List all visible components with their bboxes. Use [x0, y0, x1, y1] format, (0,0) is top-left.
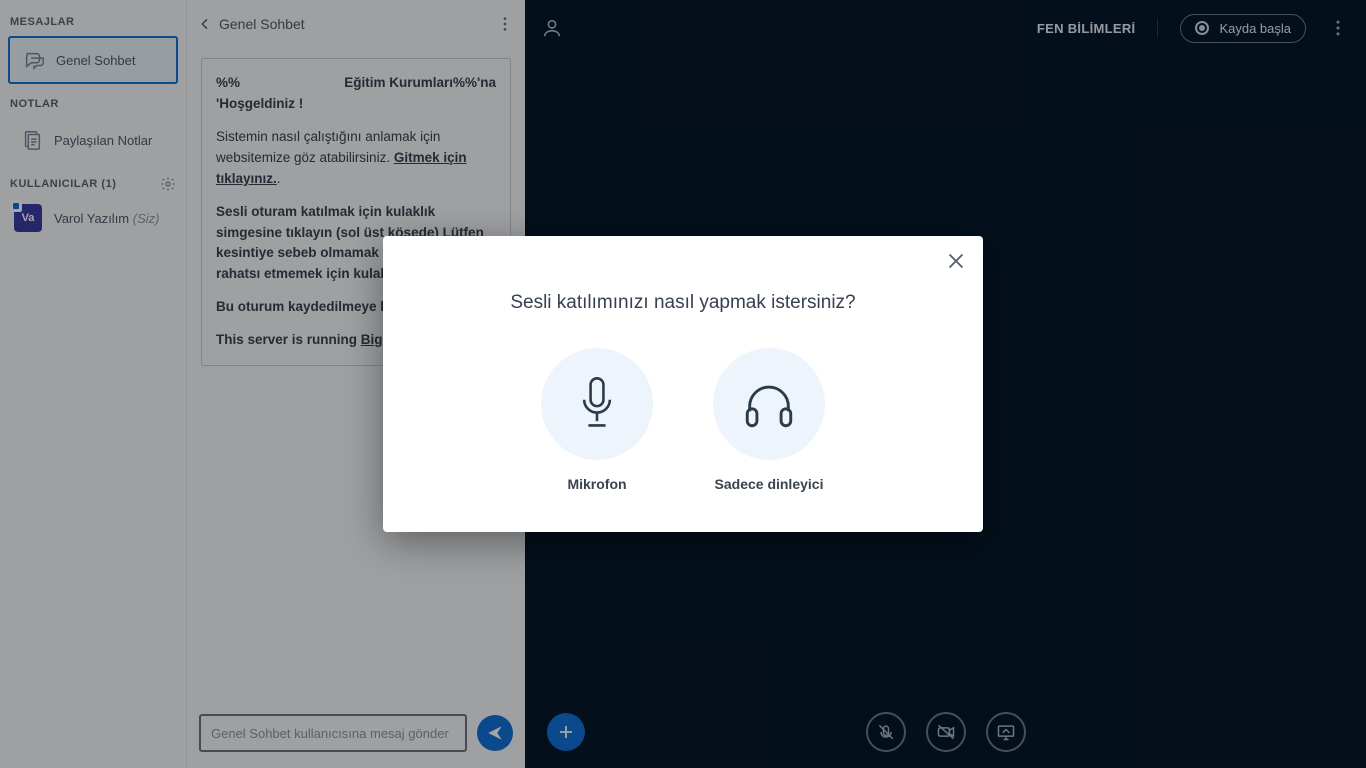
- modal-title: Sesli katılımınızı nasıl yapmak istersin…: [417, 292, 949, 314]
- join-microphone-option[interactable]: Mikrofon: [541, 348, 653, 492]
- headphones-icon: [713, 348, 825, 460]
- modal-scrim[interactable]: Sesli katılımınızı nasıl yapmak istersin…: [0, 0, 1366, 768]
- microphone-label: Mikrofon: [567, 476, 626, 492]
- microphone-icon: [541, 348, 653, 460]
- listen-only-option[interactable]: Sadece dinleyici: [713, 348, 825, 492]
- listen-only-label: Sadece dinleyici: [715, 476, 824, 492]
- close-button[interactable]: [945, 250, 969, 274]
- audio-join-modal: Sesli katılımınızı nasıl yapmak istersin…: [383, 236, 983, 532]
